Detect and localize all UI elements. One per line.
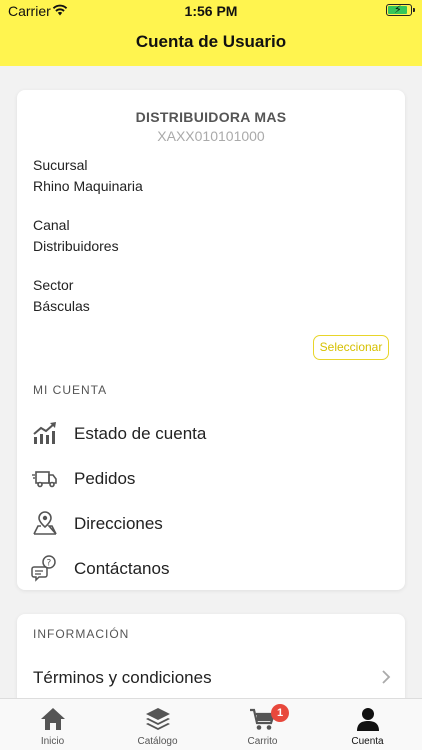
svg-text:?: ?	[47, 559, 52, 569]
home-icon	[41, 708, 65, 730]
sector-label: Sector	[33, 277, 74, 293]
chart-growth-icon	[33, 422, 56, 444]
menu-item-label: Direcciones	[74, 514, 163, 533]
menu-item-label: Términos y condiciones	[33, 668, 212, 687]
sucursal-value: Rhino Maquinaria	[33, 178, 143, 194]
canal-value: Distribuidores	[33, 238, 119, 254]
tab-inicio[interactable]: Inicio	[0, 699, 105, 750]
user-icon	[357, 708, 379, 731]
distributor-rfc: XAXX010101000	[157, 128, 265, 144]
mi-cuenta-section-title: MI CUENTA	[33, 383, 108, 397]
delivery-truck-icon	[32, 471, 57, 488]
cart-badge: 1	[271, 704, 289, 722]
menu-item-label: Pedidos	[74, 469, 136, 488]
chat-question-icon: ?	[31, 555, 56, 582]
clock-label: 1:56 PM	[184, 3, 238, 19]
informacion-section-title: INFORMACIÓN	[33, 627, 130, 641]
tab-label: Catálogo	[137, 736, 178, 747]
menu-item-contactanos[interactable]: ? Contáctanos	[17, 548, 405, 588]
tab-label: Carrito	[247, 736, 278, 747]
status-bar: Carrier 1:56 PM ⚡	[0, 0, 422, 22]
map-pin-icon	[33, 511, 57, 535]
distributor-name: DISTRIBUIDORA MAS	[135, 109, 287, 125]
tab-carrito[interactable]: 1 Carrito	[210, 699, 315, 750]
chevron-right-icon	[382, 670, 391, 684]
tab-label: Cuenta	[351, 736, 384, 747]
menu-item-label: Contáctanos	[74, 559, 170, 578]
menu-item-terminos[interactable]: Términos y condiciones	[17, 657, 405, 697]
menu-item-estado-de-cuenta[interactable]: Estado de cuenta	[17, 413, 405, 453]
sector-value: Básculas	[33, 298, 90, 314]
select-button[interactable]: Seleccionar	[313, 335, 389, 360]
menu-item-pedidos[interactable]: Pedidos	[17, 458, 405, 498]
tab-catalogo[interactable]: Catálogo	[105, 699, 210, 750]
account-card: DISTRIBUIDORA MAS XAXX010101000 Sucursal…	[17, 90, 405, 590]
menu-item-direcciones[interactable]: Direcciones	[17, 503, 405, 543]
battery-icon: ⚡	[386, 4, 415, 16]
app-header: Carrier 1:56 PM ⚡ Cuenta de Usuario	[0, 0, 422, 66]
tab-bar: Inicio Catálogo 1 Carrito Cuenta	[0, 698, 422, 750]
layers-icon	[146, 708, 170, 730]
menu-item-label: Estado de cuenta	[74, 424, 207, 443]
tab-label: Inicio	[40, 736, 65, 747]
sucursal-label: Sucursal	[33, 157, 88, 173]
page-title: Cuenta de Usuario	[135, 32, 287, 51]
canal-label: Canal	[33, 217, 70, 233]
tab-cuenta[interactable]: Cuenta	[315, 699, 420, 750]
